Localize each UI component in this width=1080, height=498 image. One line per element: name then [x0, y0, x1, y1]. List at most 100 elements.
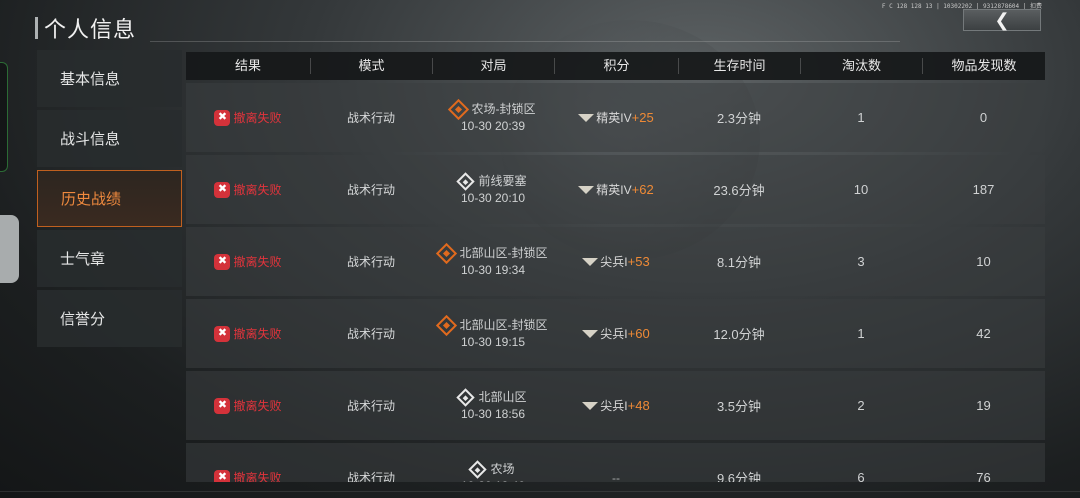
sidebar-item-label: 战斗信息: [60, 131, 121, 148]
mode-cell: 战术行动: [346, 111, 395, 125]
column-header: 模式: [310, 58, 432, 74]
title-accent-bar: [35, 17, 38, 39]
result-cell: ✖ 撤离失败: [186, 397, 310, 414]
kills-count: 3: [857, 254, 865, 269]
column-header: 积分: [554, 58, 678, 74]
sidebar-item[interactable]: 信誉分: [37, 290, 182, 347]
table-header: 结果 模式 对局 积分 生存时间 淘汰数 物品发现数: [186, 52, 1045, 80]
match-cell: 农场-封锁区 10-30 20:39: [432, 98, 554, 135]
back-button[interactable]: ❮: [963, 9, 1041, 31]
survival-time: 23.6分钟: [713, 183, 765, 198]
mode-cell: 战术行动: [346, 183, 395, 197]
left-edge-strip: [0, 62, 8, 172]
map-diamond-icon: [456, 171, 476, 191]
header-divider: [150, 41, 900, 42]
score-gain: +60: [627, 326, 650, 341]
rank-label: 尖兵I: [600, 327, 628, 341]
column-header: 生存时间: [678, 58, 800, 74]
sidebar-item[interactable]: 历史战绩: [37, 170, 182, 227]
table-row[interactable]: ✖ 撤离失败 战术行动 北部山区-封锁区 10-30 19:34 尖兵I +53…: [186, 227, 1045, 296]
map-diamond-icon: [435, 314, 457, 336]
match-time: 10-30 18:40: [461, 478, 525, 483]
rank-label: 尖兵I: [600, 399, 628, 413]
table-body: ✖ 撤离失败 战术行动 农场-封锁区 10-30 20:39 精英IV +25 …: [186, 83, 1045, 482]
map-name: 前线要塞: [478, 173, 527, 188]
table-row[interactable]: ✖ 撤离失败 战术行动 前线要塞 10-30 20:10 精英IV +62 23…: [186, 155, 1045, 224]
map-name: 农场-封锁区: [471, 101, 536, 116]
rank-label: 尖兵I: [600, 255, 628, 269]
sidebar-item[interactable]: 基本信息: [37, 50, 182, 107]
result-cell: ✖ 撤离失败: [186, 325, 310, 342]
score-cell: 精英IV +62: [554, 181, 678, 198]
result-label: 撤离失败: [233, 327, 282, 341]
extraction-failed-icon: ✖: [214, 325, 231, 342]
score-cell: 尖兵I +60: [554, 325, 678, 342]
chevron-left-icon: ❮: [994, 9, 1010, 30]
table-row[interactable]: ✖ 撤离失败 战术行动 农场 10-30 18:40 -- 9.6分钟 6 76: [186, 443, 1045, 482]
match-time: 10-30 19:15: [460, 334, 526, 349]
items-found-count: 10: [976, 254, 991, 269]
extraction-failed-icon: ✖: [214, 181, 231, 198]
survival-time: 9.6分钟: [716, 471, 762, 482]
sidebar-item[interactable]: 士气章: [37, 230, 182, 287]
match-time: 10-30 20:39: [460, 118, 526, 133]
match-cell: 北部山区-封锁区 10-30 19:34: [432, 242, 554, 279]
result-label: 撤离失败: [233, 471, 282, 482]
survival-time: 3.5分钟: [716, 399, 762, 414]
extraction-failed-icon: ✖: [214, 469, 231, 482]
sidebar-item[interactable]: 战斗信息: [37, 110, 182, 167]
table-row[interactable]: ✖ 撤离失败 战术行动 北部山区-封锁区 10-30 19:15 尖兵I +60…: [186, 299, 1045, 368]
mode-cell: 战术行动: [346, 255, 395, 269]
sidebar: 基本信息战斗信息历史战绩士气章信誉分: [37, 50, 182, 350]
table-row[interactable]: ✖ 撤离失败 战术行动 北部山区 10-30 18:56 尖兵I +48 3.5…: [186, 371, 1045, 440]
sidebar-item-label: 历史战绩: [61, 191, 122, 208]
left-drawer-handle[interactable]: [0, 215, 19, 283]
rank-badge-icon: [578, 113, 595, 122]
match-time: 10-30 19:34: [460, 262, 526, 277]
map-diamond-icon: [435, 242, 457, 264]
score-cell: 精英IV +25: [554, 109, 678, 126]
kills-count: 6: [857, 470, 865, 482]
rank-badge-icon: [582, 401, 599, 410]
items-found-count: 187: [972, 182, 995, 197]
survival-time: 12.0分钟: [713, 327, 765, 342]
rank-label: --: [612, 470, 620, 483]
map-name: 农场: [490, 461, 515, 476]
history-table: 结果 模式 对局 积分 生存时间 淘汰数 物品发现数 ✖ 撤离失败 战术行动 农场-封锁区 …: [186, 52, 1045, 482]
items-found-count: 76: [976, 470, 991, 482]
table-row[interactable]: ✖ 撤离失败 战术行动 农场-封锁区 10-30 20:39 精英IV +25 …: [186, 83, 1045, 152]
score-cell: 尖兵I +48: [554, 397, 678, 414]
footer-divider: [0, 491, 1080, 492]
mode-cell: 战术行动: [346, 399, 395, 413]
page-title: 个人信息: [44, 17, 137, 42]
column-header: 结果: [234, 58, 261, 73]
result-label: 撤离失败: [233, 111, 282, 125]
page-header: 个人信息: [35, 12, 136, 44]
match-cell: 农场 10-30 18:40: [432, 459, 554, 483]
score-gain: +53: [627, 254, 650, 269]
map-diamond-icon: [468, 459, 488, 479]
sidebar-item-label: 士气章: [60, 251, 106, 268]
extraction-failed-icon: ✖: [214, 109, 231, 126]
score-gain: +25: [631, 110, 654, 125]
kills-count: 2: [857, 398, 865, 413]
survival-time: 8.1分钟: [716, 255, 762, 270]
map-name: 北部山区: [478, 389, 527, 404]
column-header: 对局: [432, 58, 554, 74]
items-found-count: 0: [979, 110, 988, 125]
score-cell: 尖兵I +53: [554, 253, 678, 270]
match-cell: 北部山区 10-30 18:56: [432, 387, 554, 423]
result-label: 撤离失败: [233, 399, 282, 413]
items-found-count: 19: [976, 398, 991, 413]
survival-time: 2.3分钟: [716, 111, 762, 126]
score-cell: --: [554, 471, 678, 483]
map-diamond-icon: [456, 387, 476, 407]
map-name: 北部山区-封锁区: [459, 317, 548, 332]
map-name: 北部山区-封锁区: [459, 245, 548, 260]
score-gain: +62: [631, 182, 654, 197]
result-cell: ✖ 撤离失败: [186, 109, 310, 126]
result-label: 撤离失败: [233, 183, 282, 197]
kills-count: 1: [857, 110, 865, 125]
match-time: 10-30 20:10: [460, 190, 526, 205]
result-cell: ✖ 撤离失败: [186, 181, 310, 198]
